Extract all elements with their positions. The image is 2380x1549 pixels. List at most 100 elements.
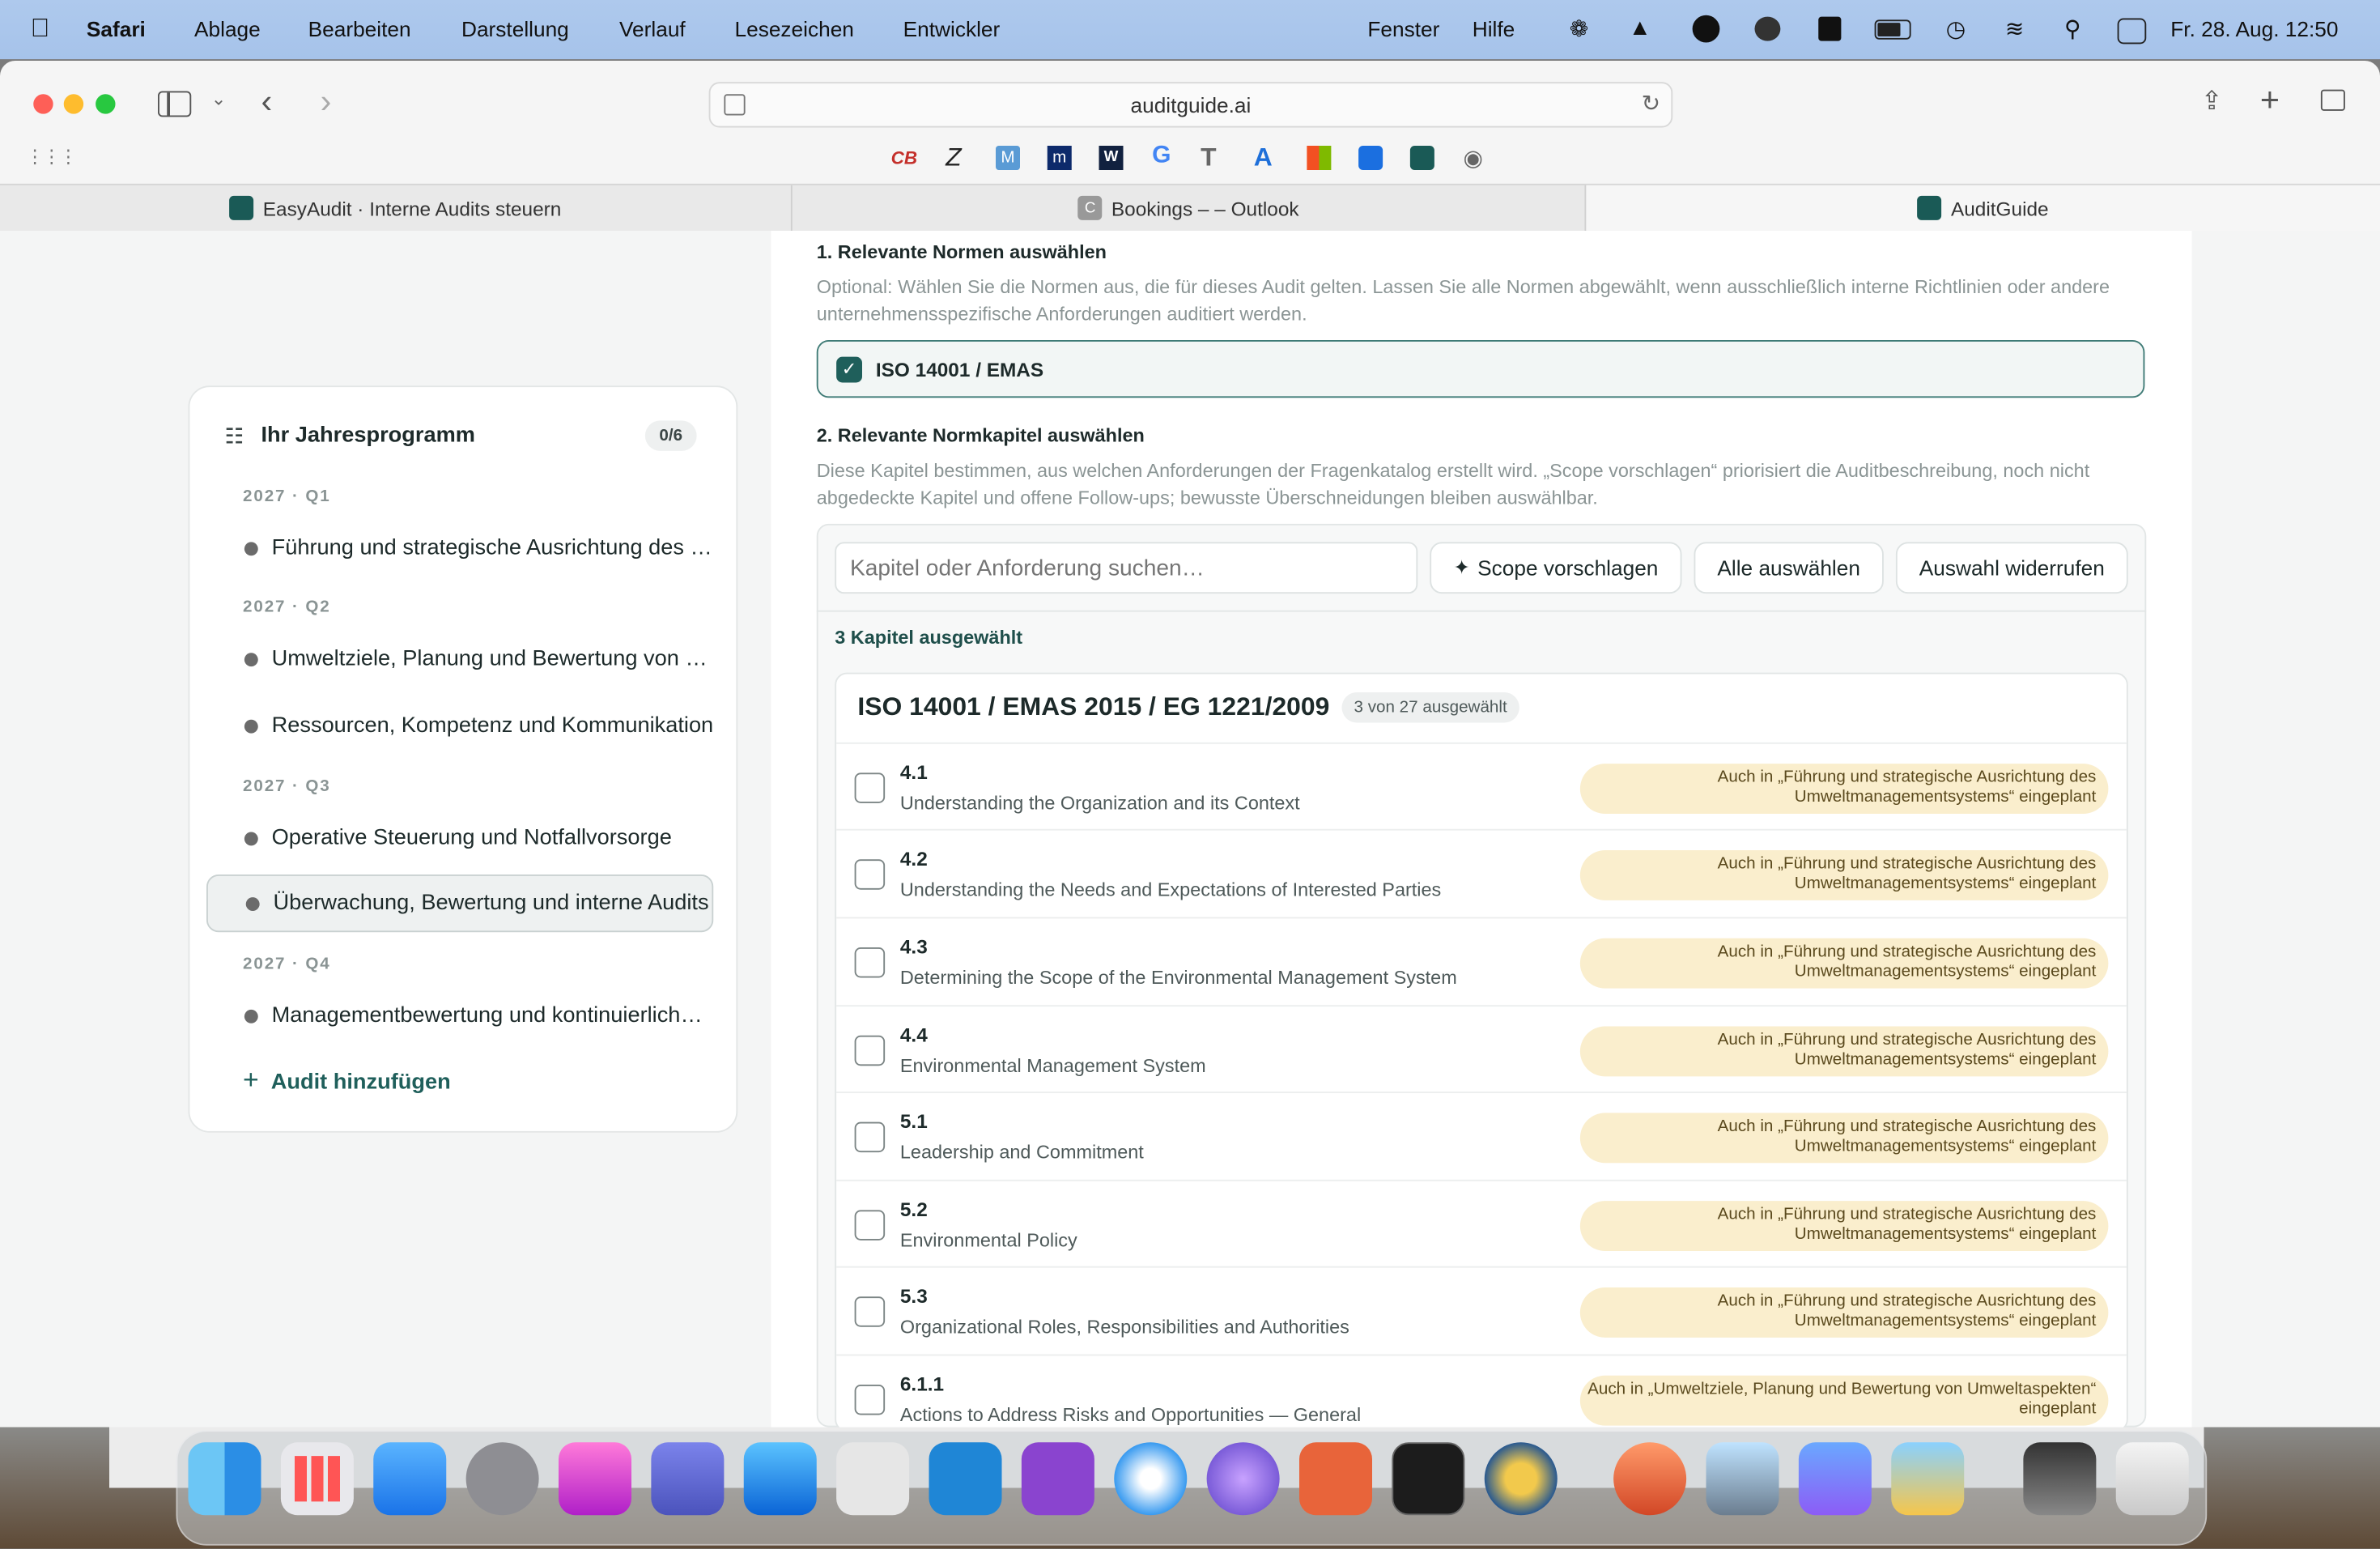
chapter-row[interactable]: 6.1.1Actions to Address Risks and Opport… — [836, 1355, 2127, 1428]
chapter-checkbox[interactable] — [855, 1296, 886, 1327]
select-all-button[interactable]: Alle auswählen — [1694, 542, 1884, 594]
powerpoint-icon[interactable] — [1613, 1442, 1686, 1515]
battery-icon[interactable] — [1875, 19, 1911, 39]
bookmark-cb-icon[interactable]: CB — [891, 147, 918, 168]
claude-icon[interactable] — [1299, 1442, 1372, 1515]
forward-icon[interactable]: › — [321, 82, 332, 121]
program-item[interactable]: Managementbewertung und kontinuierliche … — [206, 987, 713, 1045]
cyberduck-menu-icon[interactable] — [1755, 17, 1781, 41]
zoom-window-button[interactable] — [96, 94, 115, 113]
bookmark-m-icon[interactable]: M — [996, 146, 1020, 170]
menu-bearbeiten[interactable]: Bearbeiten — [308, 17, 411, 41]
program-item[interactable]: Ressourcen, Kompetenz und Kommunikation — [206, 697, 713, 755]
menu-verlauf[interactable]: Verlauf — [619, 17, 686, 41]
globe-icon[interactable]: ◉ — [1464, 144, 1484, 172]
program-item[interactable]: Führung und strategische Ausrichtung des… — [206, 519, 713, 577]
chapter-row[interactable]: 4.1Understanding the Organization and it… — [836, 743, 2127, 829]
chapter-row[interactable]: 5.1Leadership and CommitmentAuch in „Füh… — [836, 1092, 2127, 1178]
undo-selection-button[interactable]: Auswahl widerrufen — [1896, 542, 2128, 594]
safari-icon[interactable] — [1114, 1442, 1187, 1515]
trash-icon[interactable] — [2116, 1442, 2189, 1515]
bookmark-monday-icon[interactable]: m — [1048, 146, 1072, 170]
cyberduck-icon[interactable] — [1485, 1442, 1558, 1515]
vscode-icon[interactable] — [929, 1442, 1002, 1515]
new-tab-icon[interactable]: + — [2260, 80, 2280, 120]
minimize-window-button[interactable] — [64, 94, 83, 113]
system-settings-icon[interactable] — [466, 1442, 539, 1515]
menu-hilfe[interactable]: Hilfe — [1473, 17, 1515, 41]
keynote-icon[interactable] — [559, 1442, 631, 1515]
spotlight-search-icon[interactable]: ⚲ — [2064, 15, 2081, 43]
chapter-search-input[interactable] — [835, 542, 1417, 594]
menu-lesezeichen[interactable]: Lesezeichen — [735, 17, 854, 41]
chapter-checkbox[interactable] — [855, 1210, 886, 1240]
mail-icon[interactable] — [373, 1442, 446, 1515]
chapter-checkbox[interactable] — [855, 1385, 886, 1415]
chapter-checkbox[interactable] — [855, 947, 886, 978]
display-icon[interactable]: ▲ — [1629, 15, 1651, 41]
checkbox-checked-icon[interactable]: ✓ — [836, 357, 862, 383]
suggest-scope-button[interactable]: ✦Scope vorschlagen — [1430, 542, 1681, 594]
tab-bookings[interactable]: C Bookings – – Outlook — [793, 185, 1587, 231]
screenshot-icon[interactable] — [836, 1442, 909, 1515]
launchpad-icon[interactable] — [281, 1442, 354, 1515]
tab-overview-icon[interactable] — [2321, 90, 2345, 111]
address-bar[interactable]: auditguide.ai ↻ — [709, 82, 1673, 127]
chapter-checkbox[interactable] — [855, 1036, 886, 1066]
chapter-row[interactable]: 4.3Determining the Scope of the Environm… — [836, 917, 2127, 1004]
chapter-checkbox[interactable] — [855, 772, 886, 803]
control-center-icon[interactable] — [2118, 19, 2147, 45]
reload-icon[interactable]: ↻ — [1642, 90, 1661, 117]
tab-easyaudit[interactable]: EasyAudit · Interne Audits steuern — [0, 185, 793, 231]
bookmark-word-icon[interactable]: W — [1099, 146, 1124, 170]
menu-fenster[interactable]: Fenster — [1367, 17, 1439, 41]
chapter-row[interactable]: 5.3Organizational Roles, Responsibilitie… — [836, 1266, 2127, 1353]
menu-darstellung[interactable]: Darstellung — [461, 17, 569, 41]
chapter-checkbox[interactable] — [855, 859, 886, 890]
github-desktop-icon[interactable] — [1022, 1442, 1094, 1515]
bookmark-microsoft-icon[interactable] — [1307, 146, 1331, 170]
copilot-icon[interactable] — [1799, 1442, 1872, 1515]
menu-clock[interactable]: Fr. 28. Aug. 12:50 — [2170, 17, 2338, 41]
apple-icon[interactable]:  — [31, 14, 50, 45]
sidebar-toggle-icon[interactable] — [158, 91, 191, 117]
norm-option-iso14001[interactable]: ✓ ISO 14001 / EMAS — [817, 340, 2145, 398]
wifi-icon[interactable]: ≋ — [2005, 15, 2025, 43]
close-window-button[interactable] — [33, 94, 53, 113]
add-audit-button[interactable]: +Audit hinzufügen — [243, 1064, 451, 1096]
outlook-icon[interactable] — [744, 1442, 817, 1515]
time-machine-icon[interactable]: ◷ — [1946, 15, 1966, 43]
openai-icon[interactable]: ❁ — [1570, 15, 1589, 43]
menu-ablage[interactable]: Ablage — [194, 17, 261, 41]
overlap-note: Auch in „Führung und strategische Ausric… — [1580, 1287, 2109, 1338]
focus-icon[interactable] — [1693, 15, 1720, 43]
keychain-icon[interactable] — [1891, 1442, 1964, 1515]
preview-icon[interactable] — [1706, 1442, 1779, 1515]
chapter-row[interactable]: 4.4Environmental Management SystemAuch i… — [836, 1005, 2127, 1092]
program-item[interactable]: Umweltziele, Planung und Bewertung von U… — [206, 630, 713, 687]
share-icon[interactable]: ⇪ — [2201, 87, 2223, 117]
teams-icon[interactable] — [651, 1442, 724, 1515]
bookmark-jira-icon[interactable] — [1358, 146, 1383, 170]
chapter-checkbox[interactable] — [855, 1122, 886, 1153]
tab-auditguide[interactable]: AuditGuide — [1586, 185, 2380, 231]
layout-icon[interactable] — [1818, 17, 1841, 41]
grid-icon[interactable]: ⋮⋮⋮ — [26, 146, 76, 167]
terminal-icon[interactable] — [1392, 1442, 1464, 1515]
bookmark-auditguide-icon[interactable] — [1410, 146, 1434, 170]
downloads-stack-icon[interactable] — [2023, 1442, 2096, 1515]
menu-entwickler[interactable]: Entwickler — [903, 17, 1001, 41]
menu-app-name[interactable]: Safari — [87, 17, 146, 41]
program-item-selected[interactable]: Überwachung, Bewertung und interne Audit… — [206, 875, 713, 932]
program-item[interactable]: Operative Steuerung und Notfallvorsorge — [206, 809, 713, 866]
bookmark-azure-icon[interactable]: A — [1254, 143, 1273, 173]
finder-icon[interactable] — [189, 1442, 261, 1515]
siri-icon[interactable] — [1207, 1442, 1280, 1515]
bookmark-t-icon[interactable]: T — [1201, 143, 1216, 173]
back-icon[interactable]: ‹ — [261, 82, 273, 121]
bookmark-z-icon[interactable]: Z — [946, 143, 961, 173]
chevron-down-icon[interactable]: ⌄ — [211, 88, 227, 109]
chapter-row[interactable]: 5.2Environmental PolicyAuch in „Führung … — [836, 1180, 2127, 1266]
chapter-row[interactable]: 4.2Understanding the Needs and Expectati… — [836, 829, 2127, 916]
bookmark-google-icon[interactable]: G — [1152, 143, 1171, 170]
